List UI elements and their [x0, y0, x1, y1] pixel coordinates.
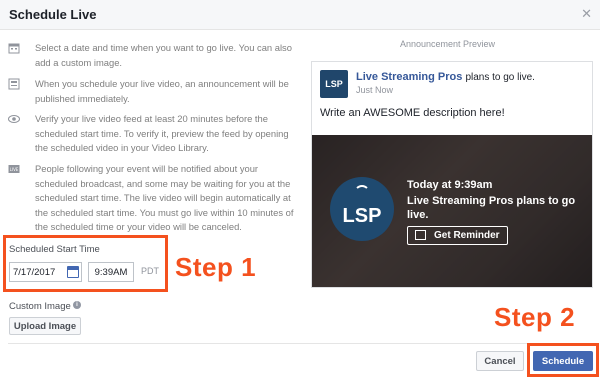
eye-icon — [8, 115, 20, 123]
calendar-icon — [415, 230, 426, 240]
dialog-header: Schedule Live ✕ — [0, 0, 600, 30]
get-reminder-label: Get Reminder — [434, 230, 500, 241]
close-icon[interactable]: ✕ — [581, 6, 592, 22]
banner-logo-text: LSP — [342, 205, 382, 227]
info-text: When you schedule your live video, an an… — [35, 78, 289, 104]
step2-highlight-box — [527, 343, 599, 377]
get-reminder-button[interactable]: Get Reminder — [407, 226, 508, 245]
step1-highlight-box — [3, 235, 168, 292]
preview-banner: LSP Today at 9:39am Live Streaming Pros … — [312, 135, 592, 287]
page-logo: LSP — [320, 70, 348, 98]
banner-logo: LSP — [330, 177, 394, 241]
page-name[interactable]: Live Streaming Pros — [356, 71, 462, 83]
upload-image-button[interactable]: Upload Image — [9, 317, 81, 335]
step2-annotation: Step 2 — [494, 302, 576, 332]
info-text: Select a date and time when you want to … — [35, 42, 292, 68]
schedule-live-dialog: Schedule Live ✕ Select a date and time w… — [0, 0, 600, 377]
dialog-title: Schedule Live — [9, 7, 97, 22]
banner-time: Today at 9:39am — [407, 179, 493, 191]
announcement-preview-card: LSP Live Streaming Pros plans to go live… — [311, 61, 593, 288]
calendar-icon — [8, 43, 20, 54]
cancel-button[interactable]: Cancel — [476, 351, 524, 371]
post-timestamp: Just Now — [356, 85, 394, 95]
svg-text:LIVE: LIVE — [10, 167, 19, 172]
info-text: People following your event will be noti… — [35, 163, 294, 232]
help-icon[interactable]: i — [73, 301, 81, 309]
signal-arc-icon — [354, 185, 370, 201]
footer-divider — [8, 343, 598, 344]
banner-text: Live Streaming Pros plans to go live. — [407, 195, 576, 221]
info-text: Verify your live video feed at least 20 … — [35, 113, 289, 153]
post-action: plans to go live. — [465, 72, 535, 83]
live-icon: LIVE — [8, 165, 20, 173]
announcement-icon — [8, 78, 20, 90]
page-name-line: Live Streaming Pros plans to go live. — [356, 71, 535, 83]
announcement-preview-label: Announcement Preview — [400, 39, 496, 49]
post-description: Write an AWESOME description here! — [320, 107, 505, 119]
custom-image-label: Custom Image — [9, 301, 71, 312]
step1-annotation: Step 1 — [175, 252, 257, 282]
